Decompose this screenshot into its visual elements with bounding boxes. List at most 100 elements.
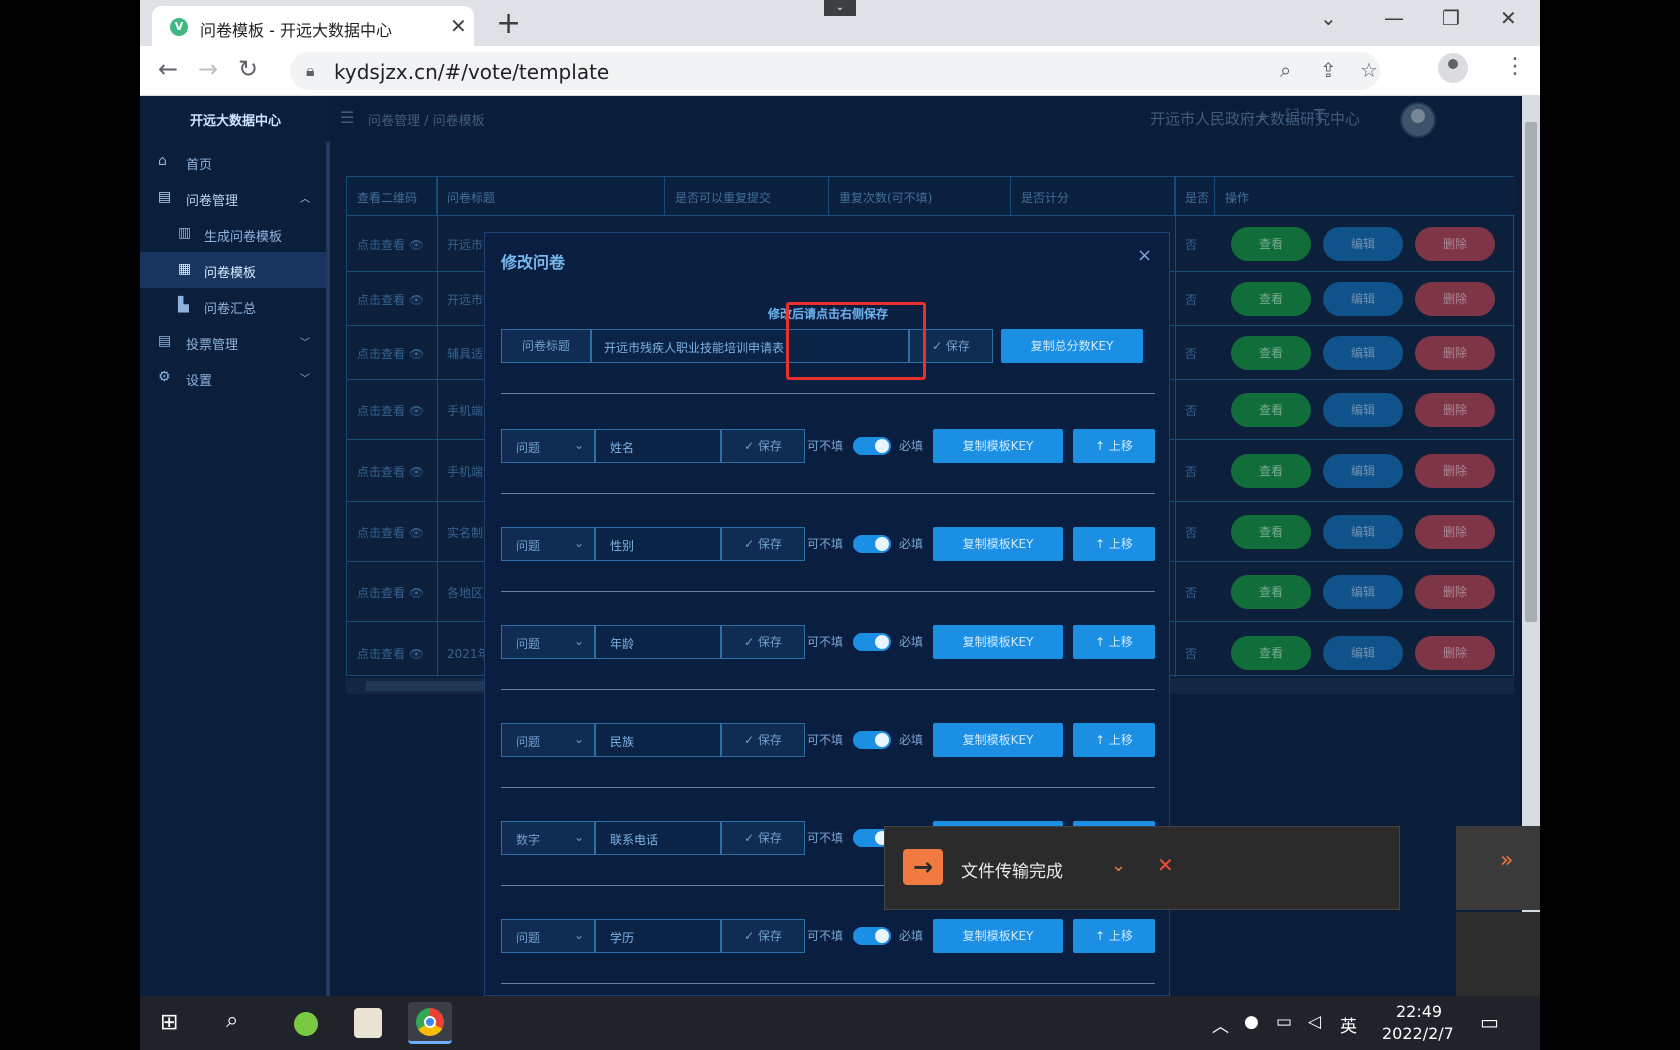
required-toggle[interactable]	[853, 535, 891, 553]
required-toggle[interactable]	[853, 633, 891, 651]
question-type-select[interactable]: 问题 ⌄	[501, 919, 595, 953]
profile-avatar-icon[interactable]	[1438, 53, 1468, 83]
java-icon[interactable]	[346, 1002, 390, 1044]
sidebar-item-survey-summary[interactable]: ▙ 问卷汇总	[140, 288, 330, 324]
chevron-down-icon: ⌄	[573, 438, 584, 452]
tab-strip: V 问卷模板 - 开远大数据中心 ✕ + ⌄ ⌄ — ❐ ✕	[140, 0, 1540, 46]
question-name-input[interactable]: 姓名	[595, 429, 721, 463]
question-type-select[interactable]: 问题 ⌄	[501, 625, 595, 659]
question-type-select[interactable]: 问题 ⌄	[501, 429, 595, 463]
sidebar-item-survey-template[interactable]: ▦ 问卷模板	[140, 252, 330, 288]
question-type-select[interactable]: 问题 ⌄	[501, 527, 595, 561]
tab-close-icon[interactable]: ✕	[450, 14, 467, 38]
volume-muted-icon[interactable]: ◁	[1308, 1012, 1321, 1032]
chevron-down-icon[interactable]: ⌄	[1111, 855, 1126, 876]
side-panel	[1456, 826, 1540, 910]
move-up-button[interactable]: ↑ 上移	[1073, 429, 1155, 463]
save-question-button[interactable]: ✓ 保存	[721, 919, 805, 953]
question-name-input[interactable]: 学历	[595, 919, 721, 953]
copy-template-key-button[interactable]: 复制模板KEY	[933, 625, 1063, 659]
copy-template-key-button[interactable]: 复制模板KEY	[933, 919, 1063, 953]
save-question-button[interactable]: ✓ 保存	[721, 821, 805, 855]
question-type-select[interactable]: 问题 ⌄	[501, 723, 595, 757]
browser-tab[interactable]: V 问卷模板 - 开远大数据中心 ✕	[152, 6, 474, 46]
copy-template-key-button[interactable]: 复制模板KEY	[933, 527, 1063, 561]
zoom-icon[interactable]: ⌕	[1280, 58, 1291, 82]
required-toggle[interactable]	[853, 927, 891, 945]
question-type-value: 问题	[516, 441, 541, 455]
screen: V 问卷模板 - 开远大数据中心 ✕ + ⌄ ⌄ — ❐ ✕ ← → ↻ 🔒︎ …	[0, 0, 1680, 1050]
save-question-button[interactable]: ✓ 保存	[721, 723, 805, 757]
tray-chevron-up-icon[interactable]: ︿	[1212, 1012, 1229, 1037]
question-type-value: 问题	[516, 539, 541, 553]
question-row: 问题 ⌄ 性别 ✓ 保存 可不填 必填 复制模板KEY ↑ 上移	[501, 527, 1155, 561]
network-icon[interactable]: ▭	[1276, 1012, 1292, 1032]
browser-menu-icon[interactable]: ⋮	[1504, 54, 1526, 79]
move-up-button[interactable]: ↑ 上移	[1073, 625, 1155, 659]
share-icon[interactable]: ⇪	[1320, 58, 1337, 82]
move-up-button[interactable]: ↑ 上移	[1073, 527, 1155, 561]
save-question-button[interactable]: ✓ 保存	[721, 429, 805, 463]
restore-icon[interactable]: ❐	[1442, 6, 1460, 30]
copy-template-key-button[interactable]: 复制模板KEY	[933, 723, 1063, 757]
question-name-input[interactable]: 年龄	[595, 625, 721, 659]
sidebar-item-settings[interactable]: ⚙ 设置 ﹀	[140, 360, 330, 396]
optional-label: 可不填	[807, 635, 844, 649]
chrome-icon[interactable]	[408, 1002, 452, 1044]
sidebar-item-survey-management[interactable]: ▤ 问卷管理 ︿	[140, 180, 330, 216]
bar-chart-icon: ▙	[178, 297, 189, 313]
close-icon[interactable]: ✕	[1157, 853, 1174, 877]
move-up-button[interactable]: ↑ 上移	[1073, 919, 1155, 953]
close-icon[interactable]: ×	[1137, 245, 1152, 266]
highlight-box	[786, 302, 926, 380]
question-type-value: 问题	[516, 931, 541, 945]
question-name-input[interactable]: 民族	[595, 723, 721, 757]
clock-time[interactable]: 22:49	[1396, 1002, 1442, 1021]
chevron-down-icon: ⌄	[573, 830, 584, 844]
gear-icon: ⚙	[158, 369, 171, 385]
required-label: 必填	[899, 537, 924, 551]
ime-indicator[interactable]: 英	[1340, 1012, 1357, 1037]
question-type-select[interactable]: 数字 ⌄	[501, 821, 595, 855]
tab-search-icon[interactable]: ⌄	[1320, 6, 1337, 30]
question-name-input[interactable]: 性别	[595, 527, 721, 561]
reload-icon[interactable]: ↻	[238, 55, 258, 83]
required-toggle[interactable]	[853, 437, 891, 455]
app-icon[interactable]	[284, 1002, 328, 1044]
copy-template-key-button[interactable]: 复制模板KEY	[933, 429, 1063, 463]
back-icon[interactable]: ←	[158, 55, 178, 83]
windows-start-icon[interactable]: ⊞	[160, 1010, 178, 1035]
double-chevron-right-icon[interactable]: »	[1500, 848, 1513, 873]
question-name-input[interactable]: 联系电话	[595, 821, 721, 855]
document-icon: ▤	[158, 189, 172, 205]
sidebar-item-generate-template[interactable]: ▥ 生成问卷模板	[140, 216, 330, 252]
divider	[501, 393, 1155, 394]
url-text: kydsjzx.cn/#/vote/template	[334, 60, 610, 84]
toast-message: 文件传输完成	[961, 862, 1063, 882]
copy-total-score-key-button[interactable]: 复制总分数KEY	[1001, 329, 1143, 363]
chevron-down-icon[interactable]: ⌄	[824, 0, 856, 16]
notification-icon[interactable]: ▭	[1480, 1010, 1499, 1034]
scrollbar-thumb[interactable]	[1525, 122, 1537, 622]
required-toggle[interactable]	[853, 731, 891, 749]
bookmark-star-icon[interactable]: ☆	[1360, 58, 1378, 82]
grid-icon: ▦	[178, 261, 192, 277]
minimize-icon[interactable]: —	[1384, 6, 1404, 30]
new-tab-button[interactable]: +	[496, 6, 521, 41]
search-icon[interactable]: ⌕	[226, 1008, 238, 1033]
tray-app-icon[interactable]: ●	[1244, 1012, 1259, 1032]
save-question-button[interactable]: ✓ 保存	[721, 625, 805, 659]
save-question-button[interactable]: ✓ 保存	[721, 527, 805, 561]
clock-date[interactable]: 2022/2/7	[1382, 1024, 1454, 1043]
survey-title-label: 问卷标题	[501, 329, 591, 363]
chevron-up-icon: ︿	[300, 194, 310, 205]
url-field[interactable]: 🔒︎ kydsjzx.cn/#/vote/template ⌕ ⇪ ☆	[290, 52, 1380, 90]
forward-icon[interactable]: →	[198, 55, 218, 83]
close-window-icon[interactable]: ✕	[1500, 6, 1517, 30]
sidebar-item-home[interactable]: ⌂ 首页	[140, 144, 330, 180]
move-up-button[interactable]: ↑ 上移	[1073, 723, 1155, 757]
sidebar-item-label: 问卷模板	[204, 266, 257, 281]
required-label: 必填	[899, 635, 924, 649]
chevron-down-icon: ﹀	[300, 338, 310, 349]
sidebar-item-vote-management[interactable]: ▤ 投票管理 ﹀	[140, 324, 330, 360]
